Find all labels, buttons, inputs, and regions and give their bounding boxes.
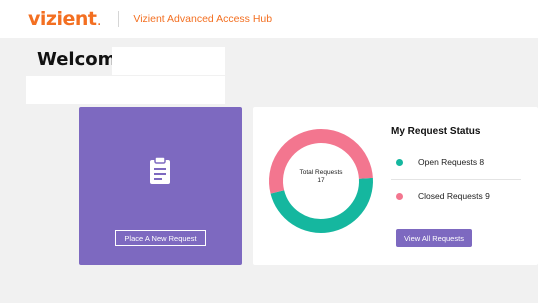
open-requests-label: Open Requests 8 — [418, 157, 485, 167]
logo-dot: . — [97, 18, 101, 28]
logo-text: vizient — [28, 8, 97, 30]
view-all-requests-button[interactable]: View All Requests — [396, 229, 472, 247]
closed-requests-label: Closed Requests 9 — [418, 191, 490, 201]
request-status-card: Total Requests 17 My Request Status Open… — [253, 107, 538, 265]
total-requests-value: 17 — [317, 177, 325, 184]
clipboard-icon — [150, 157, 170, 184]
user-name-field — [112, 47, 225, 75]
vizient-logo[interactable]: vizient . — [28, 8, 101, 30]
closed-dot-icon — [396, 192, 403, 200]
app-title: Vizient Advanced Access Hub — [133, 13, 273, 25]
donut-slice-open-requests — [270, 177, 373, 233]
user-info-field — [26, 76, 225, 104]
new-request-tile[interactable]: Place A New Request — [79, 107, 242, 265]
legend-closed-requests[interactable]: Closed Requests 9 — [396, 191, 490, 201]
welcome-section: Welcome, — [26, 44, 225, 104]
header-divider — [118, 11, 120, 27]
top-bar: vizient . Vizient Advanced Access Hub — [0, 0, 538, 38]
total-requests-label: Total Requests — [299, 169, 343, 176]
donut-center-label: Total Requests 17 — [266, 169, 376, 185]
place-new-request-button[interactable]: Place A New Request — [115, 230, 206, 246]
legend-divider — [391, 179, 521, 180]
legend-open-requests[interactable]: Open Requests 8 — [396, 157, 484, 167]
status-title: My Request Status — [391, 126, 481, 137]
open-dot-icon — [396, 158, 403, 166]
